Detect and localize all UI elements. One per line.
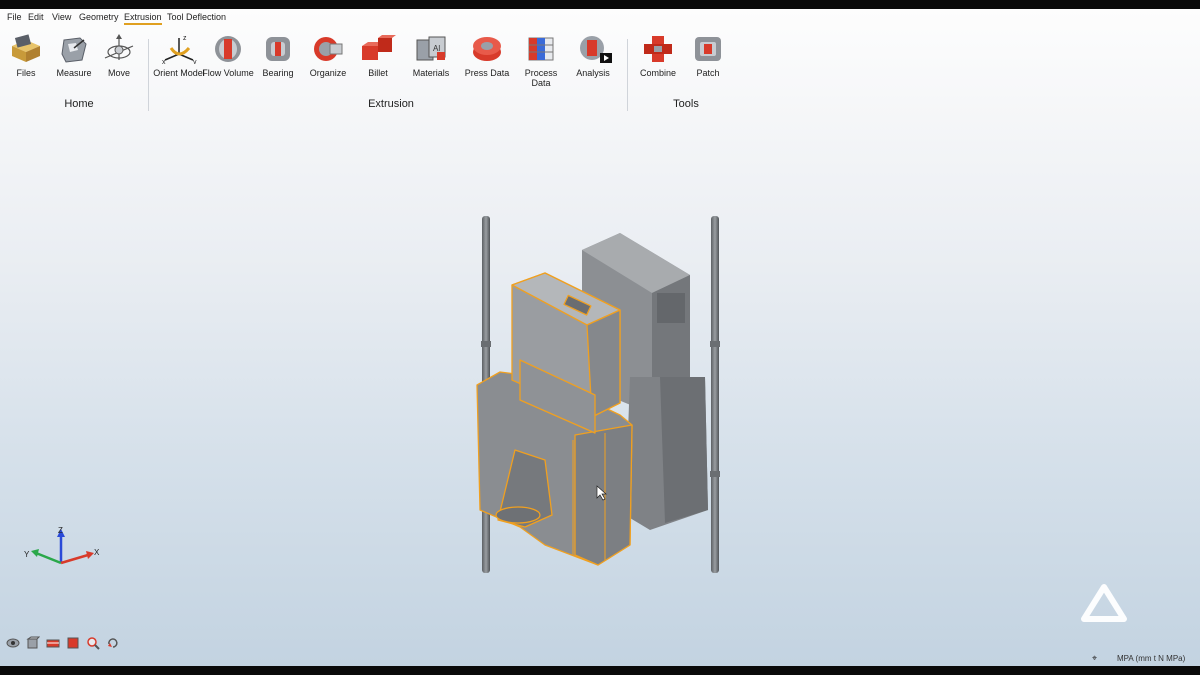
axis-label-x: X	[94, 548, 100, 557]
move-label: Move	[107, 68, 130, 78]
press-data-icon	[473, 37, 501, 61]
menu-tool-deflection[interactable]: Tool Deflection	[167, 12, 226, 22]
axis-label-z: Z	[58, 526, 63, 535]
files-icon	[12, 34, 40, 62]
menu-geometry[interactable]: Geometry	[79, 12, 119, 22]
svg-text:Al: Al	[433, 44, 440, 53]
svg-text:x: x	[162, 59, 166, 64]
flow-volume-icon	[215, 36, 241, 62]
patch-button[interactable]: Patch	[679, 30, 737, 94]
process-data-button[interactable]: Process Data	[512, 30, 570, 94]
press-data-label: Press Data	[464, 68, 510, 78]
billet-button[interactable]: Billet	[349, 30, 407, 94]
menu-bar: File Edit View Geometry Extrusion Tool D…	[0, 9, 1200, 25]
view-box-icon[interactable]	[66, 636, 80, 650]
billet-label: Billet	[368, 68, 388, 78]
group-label-extrusion: Extrusion	[368, 98, 414, 110]
analysis-label: Analysis	[576, 68, 610, 78]
materials-button[interactable]: Al Materials	[402, 30, 460, 94]
app-window: File Edit View Geometry Extrusion Tool D…	[0, 9, 1200, 666]
window-top-border	[0, 0, 1200, 9]
patch-icon	[695, 37, 721, 61]
view-section-icon[interactable]	[46, 636, 60, 650]
guide-rod-right	[710, 216, 720, 573]
process-data-icon	[528, 37, 554, 61]
bearing-icon	[266, 37, 290, 61]
process-data-label: Process Data	[524, 68, 558, 88]
units-status[interactable]: MPA (mm t N MPa)	[1117, 654, 1185, 663]
press-data-button[interactable]: Press Data	[458, 30, 516, 94]
view-cube-icon[interactable]	[26, 636, 40, 650]
combine-icon	[644, 36, 672, 62]
axis-label-y: Y	[24, 550, 30, 559]
group-label-home: Home	[64, 98, 94, 110]
ribbon-separator	[148, 39, 149, 111]
view-eye-icon[interactable]	[6, 636, 20, 650]
svg-text:z: z	[183, 35, 187, 42]
menu-edit[interactable]: Edit	[28, 12, 44, 22]
view-rotate-icon[interactable]	[106, 636, 120, 650]
menu-extrusion[interactable]: Extrusion	[124, 12, 162, 25]
app-logo	[1081, 584, 1127, 622]
billet-icon	[362, 35, 396, 60]
3d-viewport[interactable]: Z Y X	[0, 115, 1200, 655]
materials-icon: Al	[416, 36, 446, 61]
materials-label: Materials	[412, 68, 450, 78]
model-view: Z Y X	[24, 216, 1127, 622]
group-label-tools: Tools	[673, 98, 699, 110]
view-zoom-icon[interactable]	[86, 636, 100, 650]
svg-text:y: y	[193, 59, 197, 64]
ribbon-separator	[627, 39, 628, 111]
move-button[interactable]: Move	[90, 30, 148, 94]
orient-model-icon: z x y	[162, 35, 197, 64]
window-bottom-border	[0, 666, 1200, 675]
patch-label: Patch	[696, 68, 720, 78]
move-icon	[104, 34, 134, 60]
organize-icon	[314, 37, 343, 61]
menu-view[interactable]: View	[52, 12, 71, 22]
measure-icon	[61, 37, 87, 63]
crosshair-icon: ⌖	[1092, 653, 1098, 663]
ribbon: Files Measure Move Home z x y Orient Mod…	[0, 25, 1200, 115]
analysis-button[interactable]: Analysis	[564, 30, 622, 94]
analysis-icon	[580, 36, 612, 63]
menu-file[interactable]: File	[7, 12, 22, 22]
status-bar: ⌖ MPA (mm t N MPa)	[0, 652, 1200, 666]
front-die-block	[476, 272, 633, 566]
